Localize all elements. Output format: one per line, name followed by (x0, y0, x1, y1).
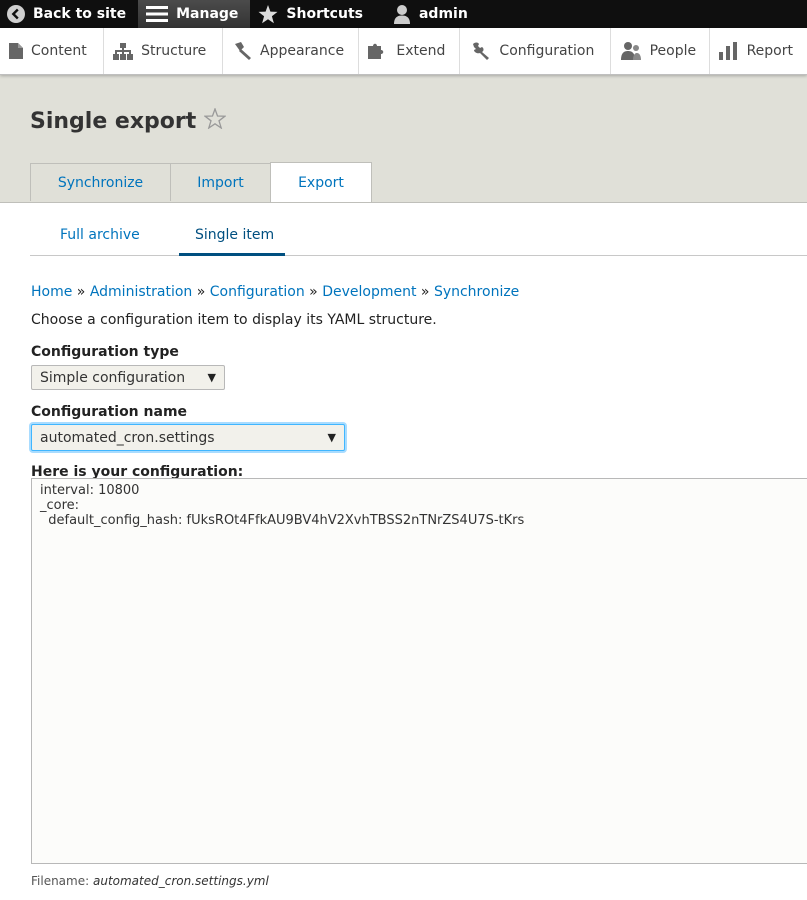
secondary-tabs: Full archive Single item (30, 203, 807, 256)
help-text: Choose a configuration item to display i… (31, 312, 437, 328)
chevron-left-circle-icon (7, 5, 25, 23)
tab-import[interactable]: Import (170, 163, 271, 201)
caret-down-icon: ▼ (207, 371, 216, 384)
config-name-value: automated_cron.settings (40, 429, 215, 446)
star-outline-icon[interactable] (203, 107, 228, 135)
wrench-icon (471, 42, 491, 60)
config-type-select[interactable]: Simple configuration ▼ (31, 365, 225, 390)
tray-item-content[interactable]: Content (0, 28, 105, 74)
subtab-single-item[interactable]: Single item (195, 227, 274, 243)
manage-tab[interactable]: Manage (138, 0, 251, 28)
tray-item-reports[interactable]: Report (710, 28, 807, 74)
primary-tabs: Synchronize Import Export (30, 162, 372, 202)
hamburger-icon (146, 5, 169, 23)
tray-item-configuration[interactable]: Configuration (460, 28, 611, 74)
shortcuts-tab[interactable]: Shortcuts (250, 0, 375, 28)
page-title-text: Single export (30, 109, 197, 134)
tray-item-people[interactable]: People (611, 28, 710, 74)
breadcrumb-home[interactable]: Home (31, 284, 72, 300)
breadcrumb-separator: » (76, 284, 86, 300)
tray-item-appearance[interactable]: Appearance (223, 28, 360, 74)
user-tab[interactable]: admin (375, 0, 480, 28)
page-title: Single export (30, 107, 228, 135)
filename-value: automated_cron.settings.yml (92, 874, 269, 888)
config-name-select[interactable]: automated_cron.settings ▼ (31, 424, 345, 451)
page-header: Single export Synchronize Import Export (0, 75, 807, 203)
breadcrumb-separator: » (309, 284, 318, 300)
admin-tray: Content Structure Appearance Extend Conf… (0, 28, 807, 75)
tray-item-label: People (649, 43, 697, 59)
tray-item-label: Extend (396, 43, 446, 59)
caret-down-icon: ▼ (327, 431, 336, 444)
export-textarea[interactable]: interval: 10800 _core: default_config_ha… (31, 478, 807, 864)
tab-export[interactable]: Export (270, 162, 372, 202)
breadcrumb-separator: » (196, 284, 206, 300)
tray-item-label: Report (746, 43, 793, 59)
breadcrumb-separator: » (420, 284, 430, 300)
user-icon (393, 4, 411, 24)
breadcrumb: Home » Administration » Configuration » … (31, 284, 519, 300)
main-content: Home » Administration » Configuration » … (0, 256, 807, 896)
puzzle-icon (368, 42, 388, 60)
paintbrush-icon (232, 42, 252, 60)
tray-item-label: Content (31, 43, 87, 59)
breadcrumb-configuration[interactable]: Configuration (210, 284, 305, 300)
filename-prefix: Filename: (31, 874, 90, 888)
admin-toolbar: Back to site Manage Shortcuts admin (0, 0, 807, 28)
tray-item-label: Appearance (260, 43, 345, 59)
sitemap-icon (113, 42, 134, 60)
tray-item-structure[interactable]: Structure (104, 28, 223, 74)
back-to-site-link[interactable]: Back to site (0, 0, 138, 28)
manage-label: Manage (176, 6, 239, 22)
tray-item-extend[interactable]: Extend (359, 28, 461, 74)
breadcrumb-administration[interactable]: Administration (90, 284, 192, 300)
back-to-site-label: Back to site (33, 6, 127, 22)
file-icon (9, 43, 23, 59)
user-label: admin (418, 6, 468, 22)
config-type-label: Configuration type (31, 344, 179, 360)
people-icon (620, 42, 642, 60)
star-icon (258, 4, 278, 24)
subtab-full-archive[interactable]: Full archive (60, 227, 140, 243)
breadcrumb-synchronize[interactable]: Synchronize (434, 284, 519, 300)
filename-text: Filename: automated_cron.settings.yml (31, 874, 269, 888)
config-name-label: Configuration name (31, 404, 188, 420)
tray-item-label: Configuration (499, 43, 595, 59)
bar-chart-icon (718, 42, 739, 60)
tab-synchronize[interactable]: Synchronize (30, 163, 171, 201)
config-type-value: Simple configuration (40, 369, 186, 386)
shortcuts-label: Shortcuts (286, 6, 363, 22)
breadcrumb-development[interactable]: Development (322, 284, 416, 300)
tray-item-label: Structure (141, 43, 207, 59)
